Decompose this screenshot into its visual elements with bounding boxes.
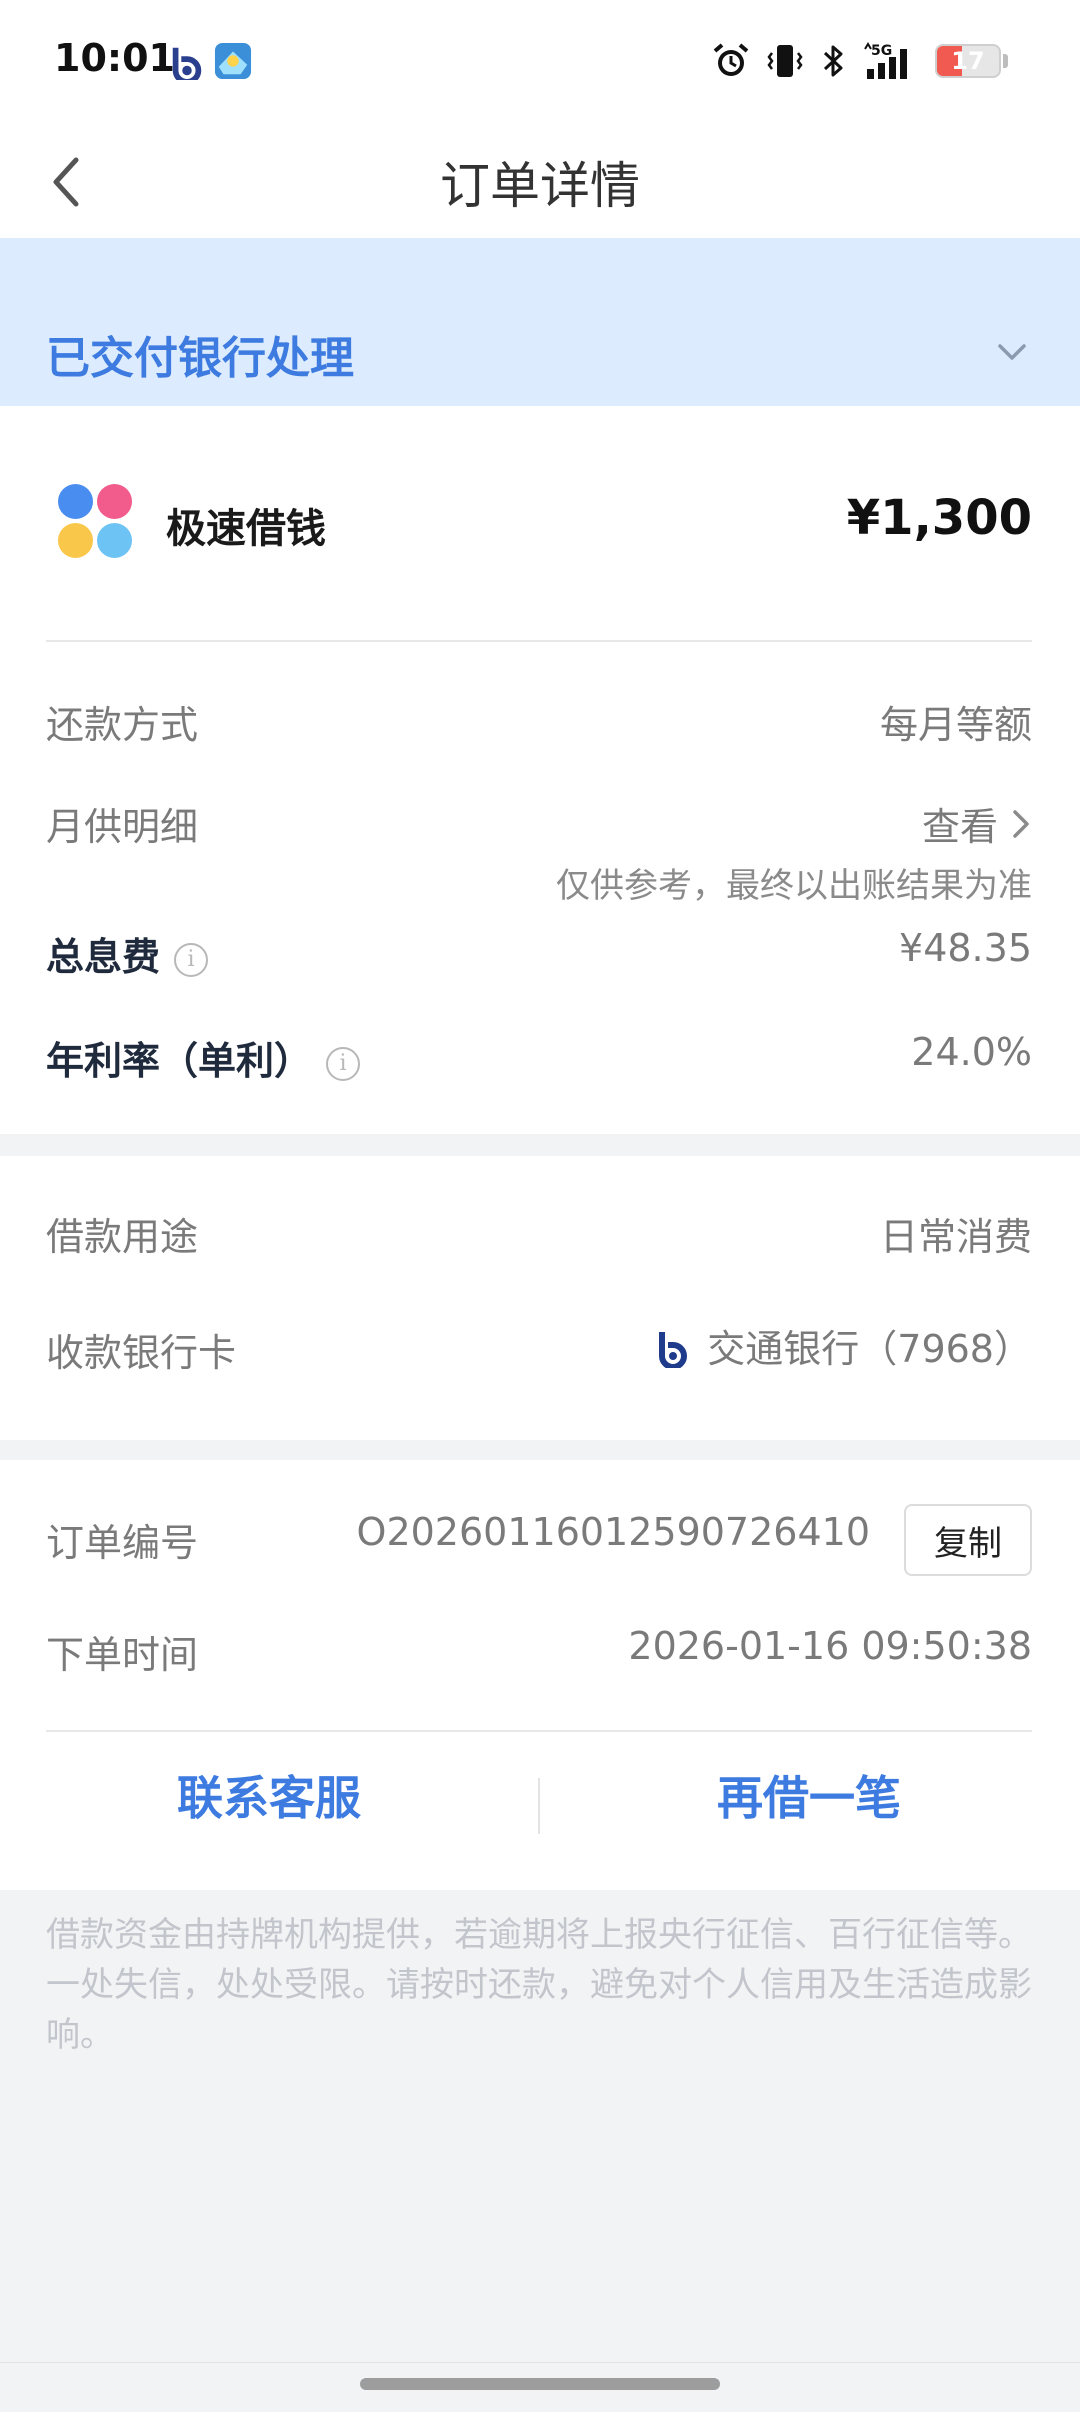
product-name: 极速借钱 <box>166 506 326 552</box>
status-bar: 10:01 5G 17 <box>0 0 1080 124</box>
order-time-value: 2026-01-16 09:50:38 <box>628 1624 1032 1668</box>
monthly-detail-view-link[interactable]: 查看 <box>922 796 1032 851</box>
page-title: 订单详情 <box>440 157 640 215</box>
total-interest-label: 总息费 i <box>46 926 209 981</box>
chevron-down-icon <box>998 344 1026 360</box>
loan-purpose-value: 日常消费 <box>879 1215 1032 1259</box>
view-link-text: 查看 <box>921 805 998 849</box>
home-indicator[interactable] <box>360 2378 720 2390</box>
annual-rate-label-text: 年利率（单利） <box>46 1039 313 1083</box>
order-detail-screen: 10:01 5G 17 订单详情 已交付银行处理 极速借钱 ¥1,300 还款方… <box>0 0 1080 2412</box>
monthly-detail-note: 仅供参考，最终以出账结果为准 <box>556 866 1032 906</box>
chevron-right-icon <box>1013 809 1029 838</box>
order-time-label: 下单时间 <box>46 1633 199 1677</box>
bocom-app-icon <box>172 47 202 80</box>
vibrate-icon <box>767 45 803 77</box>
svg-text:5G: 5G <box>871 43 892 59</box>
annual-rate-label: 年利率（单利） i <box>46 1030 361 1085</box>
borrow-again-button[interactable]: 再借一笔 <box>540 1762 1078 1828</box>
copy-button[interactable]: 复制 <box>904 1504 1032 1576</box>
total-interest-value: ¥48.35 <box>899 926 1032 970</box>
divider <box>46 640 1032 642</box>
loan-info-card: 借款用途 日常消费 收款银行卡 交通银行（7968） <box>0 1156 1080 1440</box>
battery-tip <box>1003 54 1008 68</box>
monthly-detail-label: 月供明细 <box>46 805 199 849</box>
status-icons: 5G 17 <box>711 34 1008 88</box>
nav-bar-divider <box>0 2362 1080 2363</box>
logo-dot-pink <box>97 484 132 519</box>
receiving-card-text: 交通银行（7968） <box>707 1327 1032 1371</box>
signal-5g-icon: 5G <box>864 42 907 79</box>
bocom-bank-icon <box>659 1332 688 1368</box>
info-icon[interactable]: i <box>326 1047 361 1081</box>
logo-dot-yellow <box>58 523 93 558</box>
game-app-icon <box>214 42 252 80</box>
annual-rate-value: 24.0% <box>911 1030 1032 1074</box>
total-interest-label-text: 总息费 <box>46 935 161 979</box>
repayment-method-label: 还款方式 <box>46 703 199 747</box>
battery-level-text: 17 <box>951 47 985 75</box>
logo-dot-lightblue <box>97 523 132 558</box>
status-time: 10:01 <box>54 36 175 80</box>
loan-amount: ¥1,300 <box>846 490 1032 546</box>
info-icon[interactable]: i <box>174 943 209 977</box>
disclaimer-text: 借款资金由持牌机构提供，若逾期将上报央行征信、百行征信等。一处失信，处处受限。请… <box>46 1915 1032 2055</box>
bluetooth-icon <box>823 45 843 77</box>
battery-icon: 17 <box>935 44 1001 78</box>
product-logo-icon <box>58 484 132 558</box>
repayment-method-value: 每月等额 <box>879 703 1032 747</box>
nav-header: 订单详情 <box>0 124 1080 238</box>
receiving-card-label: 收款银行卡 <box>46 1331 237 1375</box>
order-number-value: O20260116012590726410 <box>356 1510 870 1554</box>
loan-purpose-label: 借款用途 <box>46 1215 199 1259</box>
loan-summary-card: 极速借钱 ¥1,300 还款方式 每月等额 月供明细 查看 仅供参考，最终以出账… <box>0 406 1080 1134</box>
alarm-icon <box>713 43 749 76</box>
order-number-label: 订单编号 <box>46 1521 199 1565</box>
order-status-text: 已交付银行处理 <box>46 333 354 384</box>
logo-dot-blue <box>58 484 93 519</box>
receiving-card-value: 交通银行（7968） <box>653 1318 1032 1373</box>
contact-service-button[interactable]: 联系客服 <box>0 1762 538 1828</box>
divider <box>46 1730 1032 1732</box>
order-status-banner[interactable]: 已交付银行处理 <box>0 238 1080 406</box>
